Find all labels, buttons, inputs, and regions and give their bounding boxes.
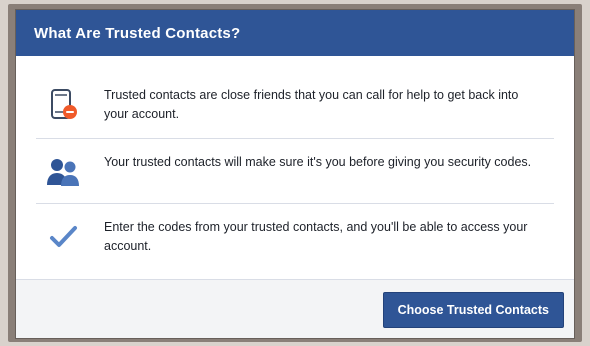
people-icon bbox=[36, 153, 90, 189]
dialog-footer: Choose Trusted Contacts bbox=[16, 279, 574, 338]
info-item-text: Your trusted contacts will make sure it'… bbox=[104, 155, 532, 169]
info-item-text: Trusted contacts are close friends that … bbox=[104, 88, 519, 121]
phone-unlock-icon bbox=[36, 86, 90, 122]
dialog-title: What Are Trusted Contacts? bbox=[16, 10, 574, 56]
checkmark-icon bbox=[36, 218, 90, 254]
info-item-verify-you: Your trusted contacts will make sure it'… bbox=[36, 139, 554, 204]
info-item-enter-codes: Enter the codes from your trusted contac… bbox=[36, 204, 554, 270]
choose-trusted-contacts-button[interactable]: Choose Trusted Contacts bbox=[382, 292, 564, 328]
info-list: Trusted contacts are close friends that … bbox=[36, 72, 554, 270]
trusted-contacts-dialog: What Are Trusted Contacts? Trusted conta… bbox=[16, 10, 574, 338]
info-item-text: Enter the codes from your trusted contac… bbox=[104, 220, 528, 253]
info-item-call-friends: Trusted contacts are close friends that … bbox=[36, 72, 554, 139]
